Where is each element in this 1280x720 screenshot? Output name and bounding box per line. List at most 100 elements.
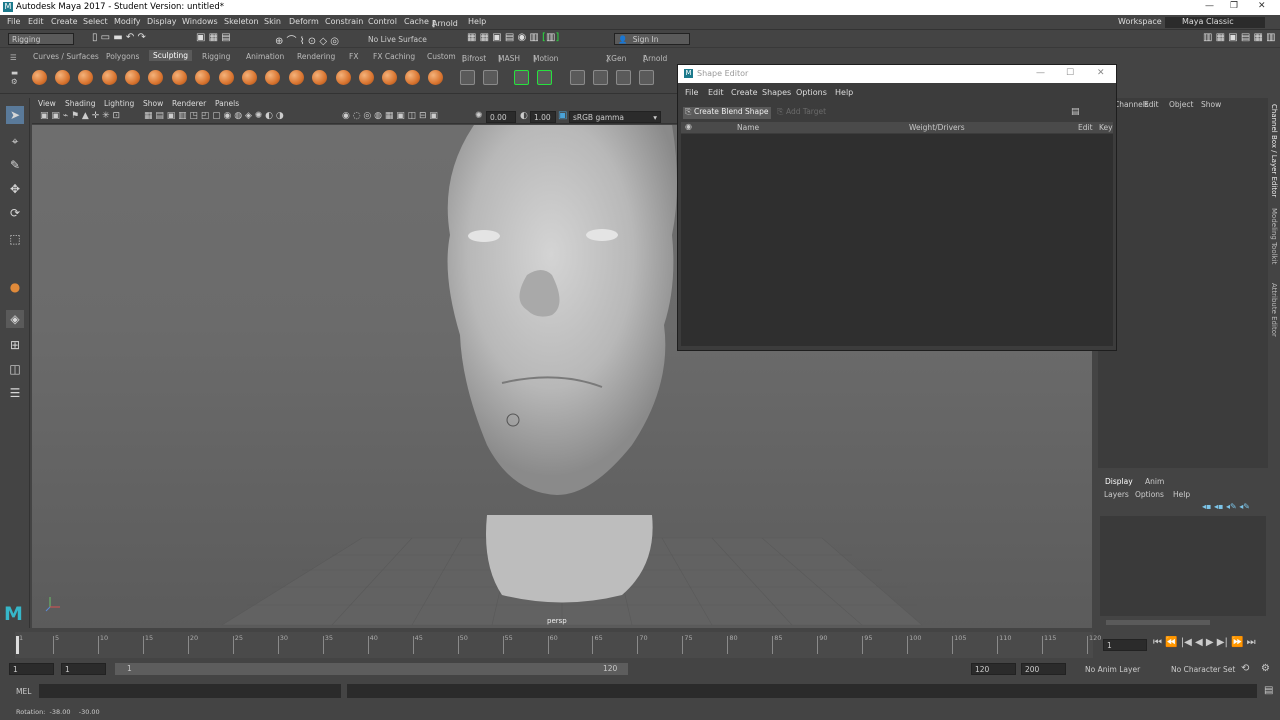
time-slider[interactable]: 1 5 10 15 20 25 30 35 40 45 50 55 60 65 70 75 80 85 90 95 10… <box>0 632 1280 658</box>
menu-deform[interactable]: Deform <box>289 17 319 26</box>
menu-edit[interactable]: Edit <box>28 17 44 26</box>
layer-menu-help[interactable]: Help <box>1173 490 1190 499</box>
channel-menu-object[interactable]: Object <box>1169 100 1193 109</box>
wax-tool-icon[interactable] <box>265 70 280 85</box>
relax-tool-icon[interactable] <box>78 70 93 85</box>
knife-tool-icon[interactable] <box>336 70 351 85</box>
lasso-tool-icon[interactable]: ⌖ <box>6 132 24 150</box>
file-icons[interactable]: ▯ ▭ ▬ ↶ ↷ <box>92 32 146 43</box>
scrape-tool-icon[interactable] <box>289 70 304 85</box>
smooth-tool-icon[interactable] <box>55 70 70 85</box>
shelf-gear-icon[interactable]: ☰ <box>10 53 17 62</box>
restore-icon[interactable]: ❐ <box>1230 1 1238 11</box>
menu-display[interactable]: Display <box>147 17 177 26</box>
convert-freeze-icon[interactable] <box>460 70 475 85</box>
spray-tool-icon[interactable] <box>195 70 210 85</box>
auto-key-icon[interactable]: ⟲ <box>1241 663 1249 674</box>
se-menu-options[interactable]: Options <box>796 88 827 97</box>
rotate-tool-icon[interactable]: ⟳ <box>6 204 24 222</box>
color-management-icon[interactable]: ▣ <box>558 110 567 121</box>
two-view-icon[interactable]: ◫ <box>6 360 24 378</box>
layer-menu-layers[interactable]: Layers <box>1104 490 1129 499</box>
layer-menu-options[interactable]: Options <box>1135 490 1164 499</box>
render-icons[interactable]: ▦ ▦ ▣ ▤ ◉ ▥ [▥] <box>467 32 559 43</box>
gamma-field[interactable]: 1.00 <box>530 111 556 123</box>
menu-help[interactable]: Help <box>468 17 486 26</box>
select-tool-icon[interactable]: ➤ <box>6 106 24 124</box>
channel-menu-show[interactable]: Show <box>1201 100 1221 109</box>
layer-scrollbar[interactable] <box>1106 620 1210 625</box>
blend-shape-icon[interactable] <box>483 70 498 85</box>
tab-curves-surfaces[interactable]: Curves / Surfaces <box>33 52 99 61</box>
close-icon[interactable]: ✕ <box>1097 68 1105 78</box>
se-menu-help[interactable]: Help <box>835 88 853 97</box>
shelf-menu-icon[interactable]: ▬ ⚙ <box>11 68 18 86</box>
current-time-indicator[interactable] <box>16 636 19 654</box>
sculpt-tool-icon[interactable] <box>32 70 47 85</box>
pose-editor-icon[interactable] <box>537 70 552 85</box>
script-mode-label[interactable]: MEL <box>16 687 31 696</box>
flatten-tool-icon[interactable] <box>148 70 163 85</box>
playback-end-field[interactable]: 120 <box>971 663 1016 675</box>
color-space-dropdown[interactable]: sRGB gamma ▾ <box>569 111 661 123</box>
shading-icons[interactable]: ◉ ◌ ◎ ◍ ▦ ▣ ◫ ⊟ ▣ <box>342 111 438 121</box>
tab-rigging[interactable]: Rigging <box>202 52 230 61</box>
range-slider-bar[interactable]: 1 120 <box>115 663 628 675</box>
panel-menu-renderer[interactable]: Renderer <box>172 99 206 108</box>
column-name[interactable]: Name <box>737 123 759 132</box>
shape-editor-titlebar[interactable]: M Shape Editor — ☐ ✕ <box>678 65 1116 83</box>
repeat-tool-icon[interactable] <box>219 70 234 85</box>
side-tab-channel-box[interactable]: Channel Box / Layer Editor <box>1270 104 1278 197</box>
tab-fx[interactable]: FX <box>349 52 358 61</box>
panel-menu-view[interactable]: View <box>38 99 56 108</box>
smear-tool-icon[interactable] <box>359 70 374 85</box>
se-menu-create[interactable]: Create <box>731 88 758 97</box>
panel-menu-lighting[interactable]: Lighting <box>104 99 134 108</box>
camera-tools-icons[interactable]: ▣ ▣ ⌁ ⚑ ▲ ✛ ✳ ⊡ <box>40 111 120 121</box>
grab-tool-icon[interactable] <box>102 70 117 85</box>
layer-tab-display[interactable]: Display <box>1105 477 1133 486</box>
bulge-tool-icon[interactable] <box>382 70 397 85</box>
preferences-icon[interactable]: ⚙ <box>1261 663 1270 674</box>
script-editor-icon[interactable]: ▤ <box>1264 685 1273 696</box>
side-tab-attribute-editor[interactable]: Attribute Editor <box>1270 283 1278 337</box>
mask-icon[interactable] <box>593 70 608 85</box>
channel-menu-edit[interactable]: Edit <box>1144 100 1159 109</box>
scale-tool-icon[interactable]: ⬚ <box>6 230 24 248</box>
freeze-all-icon[interactable] <box>639 70 654 85</box>
se-menu-edit[interactable]: Edit <box>708 88 724 97</box>
outliner-view-icon[interactable]: ☰ <box>6 384 24 402</box>
select-mode-icons[interactable]: ▣ ▦ ▤ <box>196 32 231 43</box>
live-surface-label[interactable]: No Live Surface <box>368 35 427 44</box>
menu-skin[interactable]: Skin <box>264 17 281 26</box>
tab-custom[interactable]: Custom <box>427 52 456 61</box>
close-icon[interactable]: ✕ <box>1258 1 1266 11</box>
layer-action-icons[interactable]: ◂▪ ◂▪ ◂✎ ◂✎ <box>1202 502 1250 511</box>
snap-icons[interactable]: ⊕ ⌒ ⌇ ⊙ ◇ ◎ <box>275 32 339 47</box>
unfreeze-icon[interactable] <box>616 70 631 85</box>
menu-set-dropdown[interactable]: Rigging <box>8 33 74 45</box>
exposure-field[interactable]: 0.00 <box>486 111 516 123</box>
menu-constrain[interactable]: Constrain <box>325 17 363 26</box>
character-set-dropdown[interactable]: No Character Set <box>1171 665 1235 674</box>
amplify-tool-icon[interactable] <box>405 70 420 85</box>
animation-end-field[interactable]: 200 <box>1021 663 1066 675</box>
maximize-icon[interactable]: ☐ <box>1066 68 1074 78</box>
panel-menu-show[interactable]: Show <box>143 99 163 108</box>
minimize-icon[interactable]: — <box>1205 1 1214 11</box>
four-view-icon[interactable]: ⊞ <box>6 336 24 354</box>
freeze-tool-icon[interactable] <box>428 70 443 85</box>
imprint-tool-icon[interactable] <box>242 70 257 85</box>
shape-editor-icon[interactable] <box>514 70 529 85</box>
tab-polygons[interactable]: Polygons <box>106 52 139 61</box>
sign-in-button[interactable]: 👤 Sign In <box>614 33 690 45</box>
menu-control[interactable]: Control <box>368 17 397 26</box>
tab-rendering[interactable]: Rendering <box>297 52 335 61</box>
menu-select[interactable]: Select <box>83 17 108 26</box>
panel-menu-panels[interactable]: Panels <box>215 99 239 108</box>
menu-file[interactable]: File <box>7 17 20 26</box>
menu-skeleton[interactable]: Skeleton <box>224 17 259 26</box>
menu-windows[interactable]: Windows <box>182 17 218 26</box>
fill-tool-icon[interactable] <box>312 70 327 85</box>
pinch-tool-icon[interactable] <box>125 70 140 85</box>
